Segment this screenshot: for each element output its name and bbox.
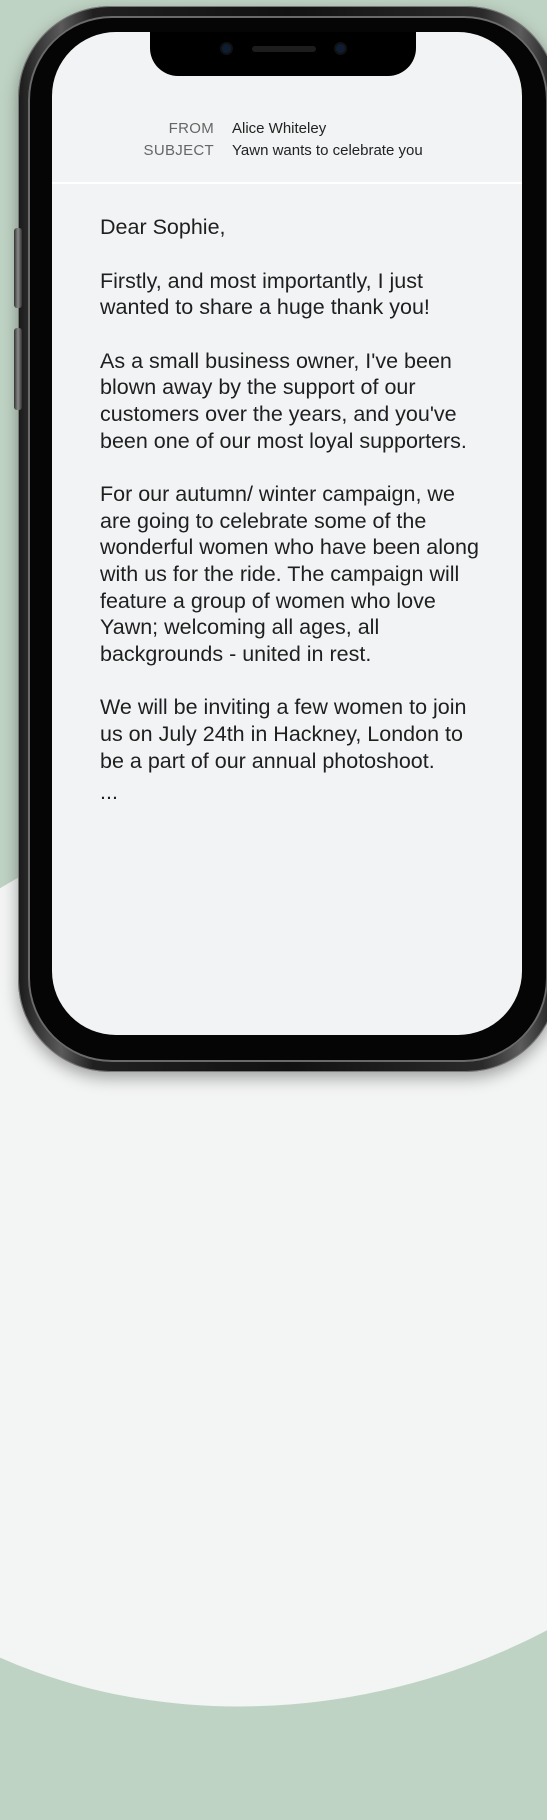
subject-value: Yawn wants to celebrate you xyxy=(232,142,423,159)
subject-row: SUBJECT Yawn wants to celebrate you xyxy=(52,142,522,162)
notch xyxy=(150,32,416,76)
from-value[interactable]: Alice Whiteley xyxy=(232,120,326,137)
subject-label: SUBJECT xyxy=(143,142,214,159)
body-paragraph: As a small business owner, I've been blo… xyxy=(100,348,467,453)
body-paragraph: We will be inviting a few women to join … xyxy=(100,695,467,773)
greeting: Dear Sophie, xyxy=(100,215,226,239)
body-paragraph: For our autumn/ winter campaign, we are … xyxy=(100,482,479,666)
from-row: FROM Alice Whiteley xyxy=(52,120,522,140)
earpiece-speaker-icon xyxy=(252,46,316,52)
ellipsis: ... xyxy=(100,780,118,805)
volume-down-button[interactable] xyxy=(14,328,22,410)
front-camera-icon xyxy=(222,44,231,53)
email-header: FROM Alice Whiteley SUBJECT Yawn wants t… xyxy=(52,116,522,184)
email-body: Dear Sophie, Firstly, and most important… xyxy=(100,214,490,806)
body-paragraph: Firstly, and most importantly, I just wa… xyxy=(100,268,430,320)
sensor-icon xyxy=(336,44,345,53)
volume-up-button[interactable] xyxy=(14,228,22,308)
from-label: FROM xyxy=(168,120,214,137)
